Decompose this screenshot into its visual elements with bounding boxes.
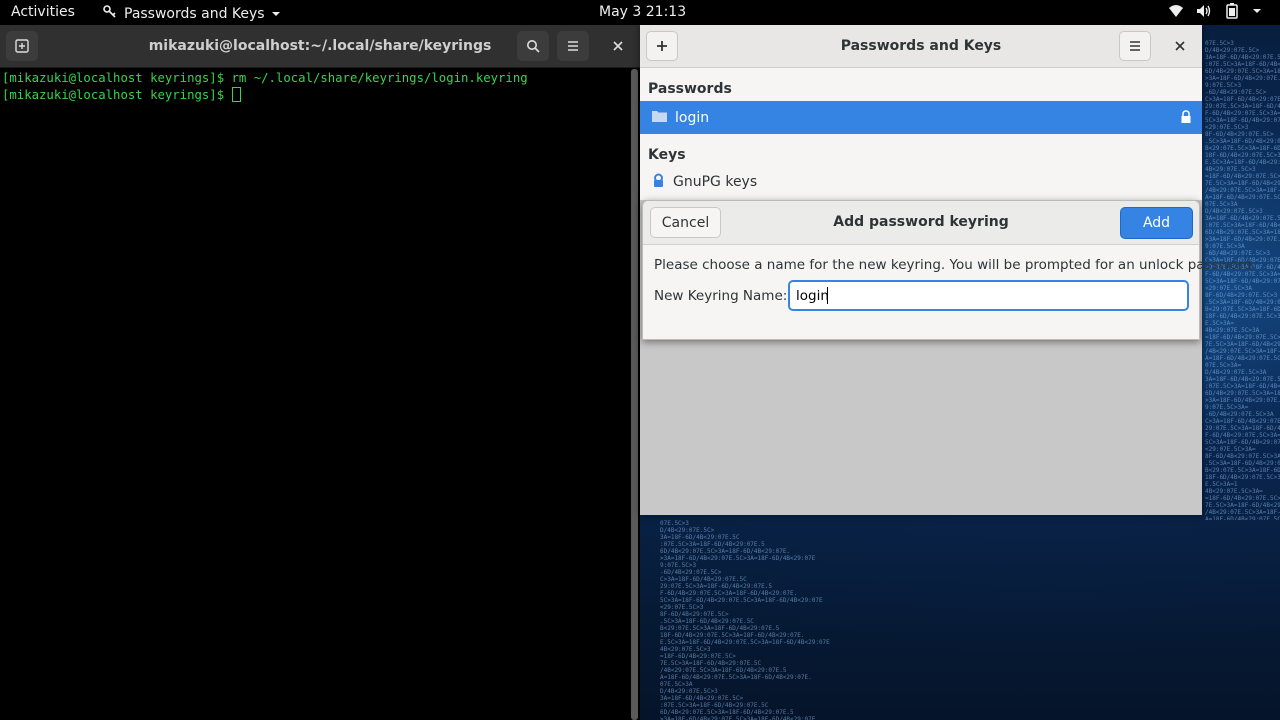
gnupg-key-icon [652, 173, 665, 192]
dialog-title: Add password keyring [833, 214, 1009, 230]
system-tray[interactable] [1168, 3, 1262, 19]
terminal-menu-button[interactable] [557, 31, 589, 61]
dialog-header-bar: Cancel Add password keyring Add [643, 201, 1199, 245]
clock[interactable]: May 3 21:13 [599, 4, 686, 20]
add-button[interactable]: Add [1120, 207, 1193, 239]
seahorse-title: Passwords and Keys [840, 38, 1002, 54]
keys-item-gnupg[interactable]: GnuPG keys [640, 167, 1202, 197]
top-bar: Activities Passwords and Keys May 3 21:1… [0, 0, 1280, 25]
keys-app-icon [102, 4, 118, 24]
keyring-name-input[interactable] [788, 280, 1189, 311]
chevron-down-icon[interactable] [1252, 3, 1262, 19]
terminal-header-bar: mikazuki@localhost:~/.local/share/keyrin… [0, 25, 640, 68]
seahorse-close-button[interactable] [1164, 31, 1196, 61]
keys-item-label: GnuPG keys [673, 174, 758, 190]
terminal-line: [mikazuki@localhost keyrings]$ rm ~/.loc… [2, 71, 528, 85]
wallpaper-code-decoration-bottom: 07E.5C>3 D/4B<29:07E.5C> 3A=18F-6D/4B<29… [660, 520, 830, 720]
terminal-output[interactable]: [mikazuki@localhost keyrings]$ rm ~/.loc… [0, 68, 640, 106]
dialog-message: Please choose a name for the new keyring… [654, 257, 1257, 273]
add-keyring-dialog[interactable]: Cancel Add password keyring Add Please c… [642, 200, 1256, 340]
search-icon [527, 40, 540, 53]
terminal-search-button[interactable] [517, 31, 549, 61]
terminal-cursor [231, 87, 241, 102]
activities-button[interactable]: Activities [11, 4, 75, 20]
hamburger-menu-icon [568, 41, 578, 51]
terminal-close-button[interactable] [602, 31, 634, 61]
folder-icon [652, 110, 667, 126]
terminal-line: [mikazuki@localhost keyrings]$ [2, 87, 638, 104]
wifi-icon[interactable] [1168, 3, 1184, 19]
text-caret [827, 287, 828, 304]
app-menu-label: Passwords and Keys [124, 6, 265, 22]
battery-icon[interactable] [1224, 3, 1240, 19]
app-menu[interactable]: Passwords and Keys [102, 4, 281, 24]
keyring-item-login[interactable]: login [640, 101, 1202, 134]
seahorse-menu-button[interactable] [1119, 31, 1151, 61]
terminal-prompt: [mikazuki@localhost keyrings]$ [2, 88, 232, 102]
keys-heading: Keys [648, 147, 686, 163]
terminal-scrollbar[interactable] [631, 69, 638, 720]
lock-icon[interactable] [1180, 110, 1192, 128]
seahorse-header-bar: Passwords and Keys [640, 25, 1202, 68]
keyring-item-label: login [675, 109, 710, 126]
keyring-name-label: New Keyring Name: [654, 288, 788, 304]
volume-icon[interactable] [1196, 3, 1212, 19]
close-icon [613, 41, 623, 51]
keyring-sidebar: Passwords login Keys GnuPG keys [640, 68, 1202, 197]
hamburger-menu-icon [1130, 41, 1140, 51]
terminal-window[interactable]: mikazuki@localhost:~/.local/share/keyrin… [0, 25, 640, 720]
chevron-down-icon [271, 6, 281, 22]
passwords-heading: Passwords [648, 81, 732, 97]
close-icon [1175, 41, 1185, 51]
wallpaper-code-decoration: 07E.5C>3 D/4B<29:07E.5C> 3A=18F-6D/4B<29… [1205, 40, 1280, 520]
